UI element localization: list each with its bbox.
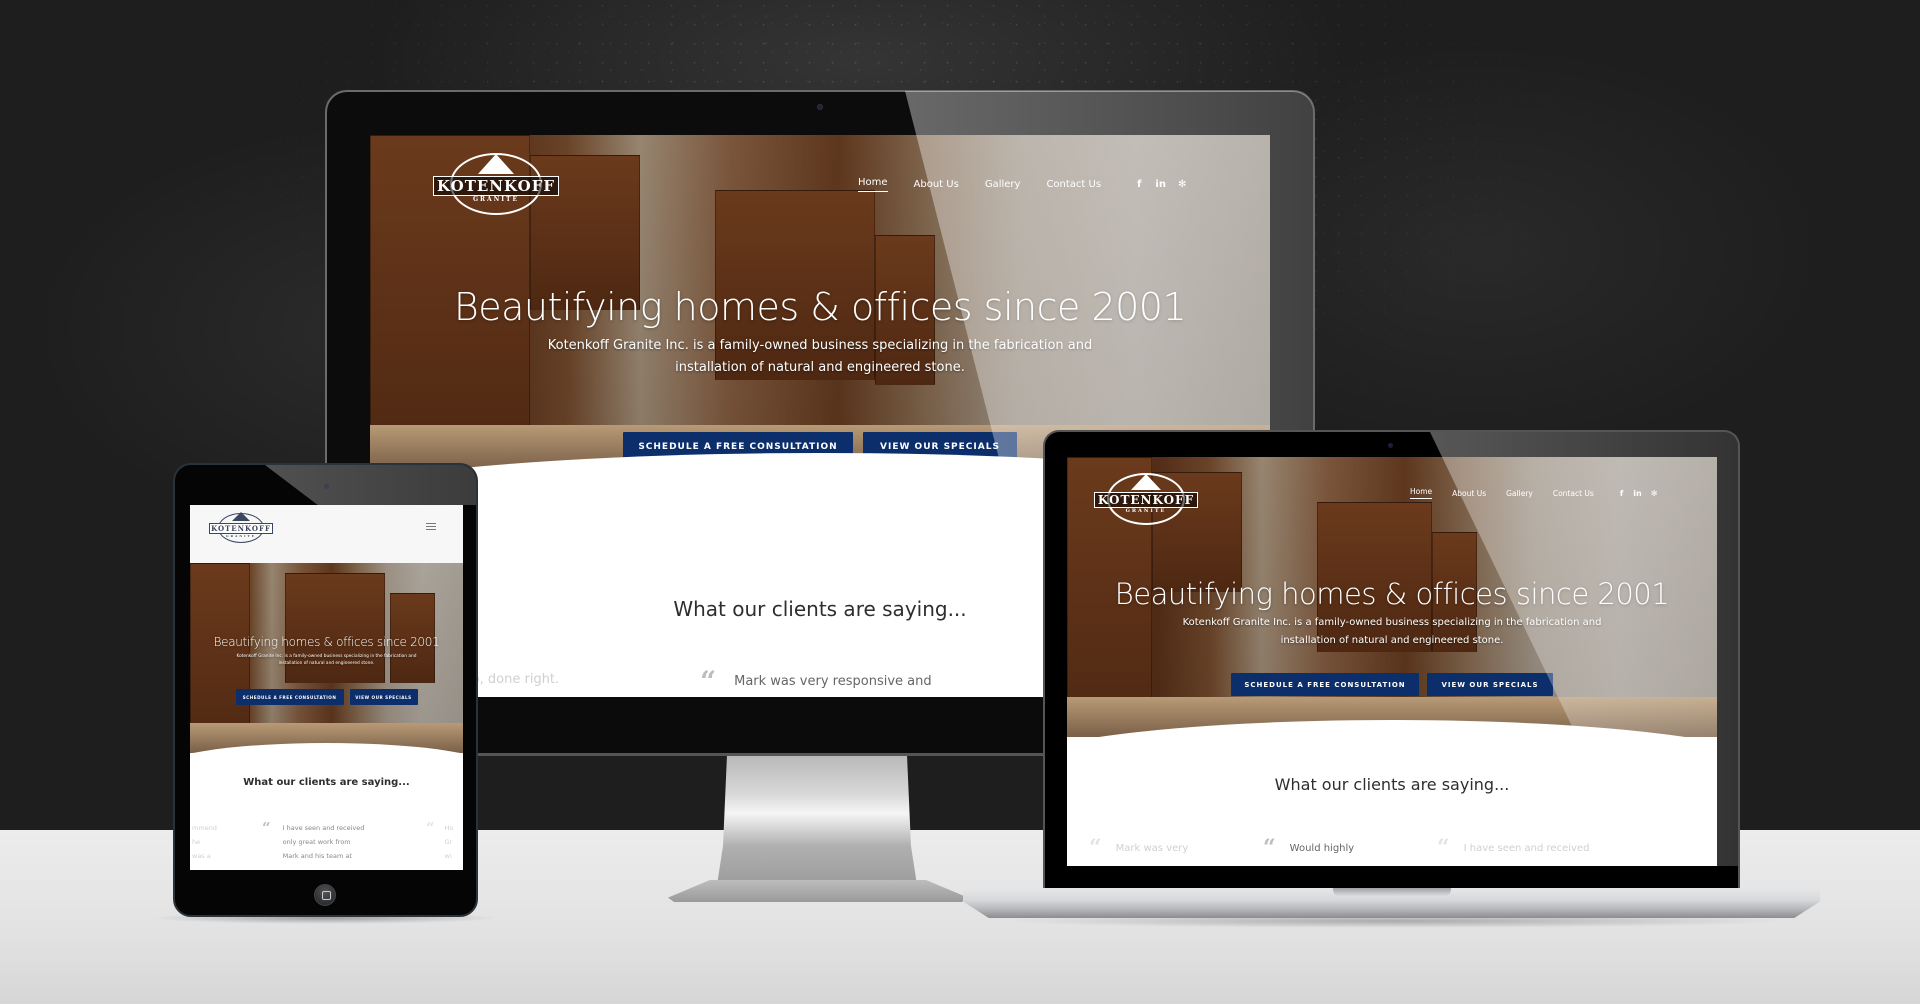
logo-sub: GRANITE (1125, 508, 1167, 514)
testimonial-text: he (192, 838, 201, 846)
hero-subtitle: Kotenkoff Granite Inc. is a family-owned… (370, 335, 1270, 379)
view-specials-button[interactable]: VIEW OUR SPECIALS (349, 689, 418, 705)
quote-icon: “ (1437, 835, 1450, 861)
hero-title: Beautifying homes & offices since 2001 (1114, 577, 1670, 611)
testimonial-text: was a (192, 852, 211, 860)
laptop-website: KOTENKOFF GRANITE Home About Us Gallery … (1067, 457, 1717, 866)
laptop-lid-notch (1333, 888, 1451, 897)
hero-subtitle: Kotenkoff Granite Inc. is a family-owned… (1067, 614, 1717, 650)
imac-foot (668, 880, 968, 902)
hero-wave-divider (190, 743, 463, 767)
testimonial-text: I have seen and received (282, 824, 365, 832)
hero-subtitle-line: installation of natural and engineered s… (1280, 635, 1504, 646)
yelp-icon[interactable]: ✻ (1178, 179, 1186, 190)
testimonial-item: “ I have seen and received (1437, 835, 1589, 861)
hero-buttons: SCHEDULE A FREE CONSULTATION VIEW OUR SP… (1067, 673, 1717, 696)
hero-subtitle-line: installation of natural and engineered s… (278, 661, 375, 666)
testimonial-text: Gr (444, 838, 453, 846)
quote-icon: “ (262, 819, 271, 837)
hero-title: Beautifying homes & offices since 2001 (453, 285, 1187, 329)
hero-title: Beautifying homes & offices since 2001 (213, 635, 440, 649)
main-nav: Home About Us Gallery Contact Us f in ✻ (858, 177, 1186, 192)
hero-subtitle-line: Kotenkoff Granite Inc. is a family-owned… (1182, 617, 1602, 628)
testimonial-item: mmend he was a (192, 821, 217, 863)
site-logo[interactable]: KOTENKOFF GRANITE (433, 153, 560, 215)
testimonial-text: Would highly (1289, 842, 1355, 854)
nav-gallery[interactable]: Gallery (1506, 489, 1533, 498)
hero-subtitle: Kotenkoff Granite Inc. is a family-owned… (190, 653, 463, 667)
testimonial-text: only great work from (282, 838, 351, 846)
quote-icon: “ (1263, 835, 1276, 861)
testimonial-text: Ho (444, 824, 454, 832)
hero-section: KOTENKOFF GRANITE Home About Us Gallery … (370, 135, 1270, 470)
testimonial-text: Mark was very responsive and (734, 674, 932, 689)
nav-gallery[interactable]: Gallery (985, 179, 1021, 190)
quote-icon: “ (1089, 835, 1102, 861)
yelp-icon[interactable]: ✻ (1651, 489, 1658, 498)
tablet-camera-icon (324, 484, 329, 489)
logo-word: KOTENKOFF (209, 523, 273, 534)
imac-stand (717, 755, 917, 885)
linkedin-icon[interactable]: in (1633, 489, 1641, 498)
testimonial-text: mmend (192, 824, 217, 832)
quote-icon: “ (426, 819, 435, 837)
hero-subtitle-line: Kotenkoff Granite Inc. is a family-owned… (236, 654, 417, 659)
tablet-website: KOTENKOFF GRANITE Beautifying homes & of… (190, 505, 463, 870)
linkedin-icon[interactable]: in (1155, 179, 1166, 190)
laptop-camera-icon (1388, 443, 1393, 448)
nav-about-us[interactable]: About Us (1452, 489, 1486, 498)
testimonial-item: “ I have seen and received only great wo… (262, 821, 364, 863)
hero-buttons: SCHEDULE A FREE CONSULTATION VIEW OUR SP… (190, 689, 463, 705)
testimonial-item: “ Ho Gr wi (426, 821, 454, 863)
view-specials-button[interactable]: VIEW OUR SPECIALS (1427, 673, 1553, 696)
logo-mountain-icon (478, 153, 514, 174)
hero-subtitle-line: installation of natural and engineered s… (675, 360, 965, 375)
logo-sub: GRANITE (225, 534, 257, 538)
imac-camera-icon (817, 104, 823, 110)
hero-section: KOTENKOFF GRANITE Home About Us Gallery … (1067, 457, 1717, 737)
logo-sub: GRANITE (472, 195, 520, 203)
testimonial-text: Mark was very (1115, 842, 1189, 854)
testimonials-heading: What our clients are saying... (243, 777, 410, 788)
logo-word: KOTENKOFF (433, 175, 560, 196)
logo-mountain-icon (232, 512, 250, 521)
schedule-consultation-button[interactable]: SCHEDULE A FREE CONSULTATION (235, 689, 344, 705)
testimonial-item: “ Would highly (1263, 835, 1354, 861)
testimonial-text: wi (444, 852, 452, 860)
nav-home[interactable]: Home (1410, 487, 1433, 499)
nav-contact-us[interactable]: Contact Us (1553, 489, 1594, 498)
hamburger-icon[interactable] (426, 523, 436, 530)
tablet-home-button[interactable] (314, 884, 336, 906)
main-nav: Home About Us Gallery Contact Us f in ✻ (1410, 487, 1657, 499)
quote-icon: “ (700, 665, 717, 697)
testimonial-text: Mark and his team at (282, 852, 352, 860)
mobile-header: KOTENKOFF GRANITE (190, 505, 463, 563)
facebook-icon[interactable]: f (1620, 489, 1623, 498)
schedule-consultation-button[interactable]: SCHEDULE A FREE CONSULTATION (1231, 673, 1419, 696)
testimonial-item: “ Mark was very (1089, 835, 1188, 861)
testimonial-text: I have seen and received (1463, 842, 1590, 854)
nav-about-us[interactable]: About Us (914, 179, 959, 190)
facebook-icon[interactable]: f (1137, 179, 1141, 190)
site-logo[interactable]: KOTENKOFF GRANITE (209, 512, 273, 543)
hero-subtitle-line: Kotenkoff Granite Inc. is a family-owned… (547, 338, 1093, 353)
testimonials-heading: What our clients are saying... (1274, 775, 1510, 794)
testimonial-item: “ Mark was very responsive and (700, 665, 932, 697)
logo-mountain-icon (1131, 474, 1161, 490)
nav-home[interactable]: Home (858, 177, 888, 192)
logo-word: KOTENKOFF (1093, 492, 1199, 508)
site-logo[interactable]: KOTENKOFF GRANITE (1093, 473, 1199, 525)
nav-contact-us[interactable]: Contact Us (1046, 179, 1101, 190)
hero-section: Beautifying homes & offices since 2001 K… (190, 563, 463, 753)
